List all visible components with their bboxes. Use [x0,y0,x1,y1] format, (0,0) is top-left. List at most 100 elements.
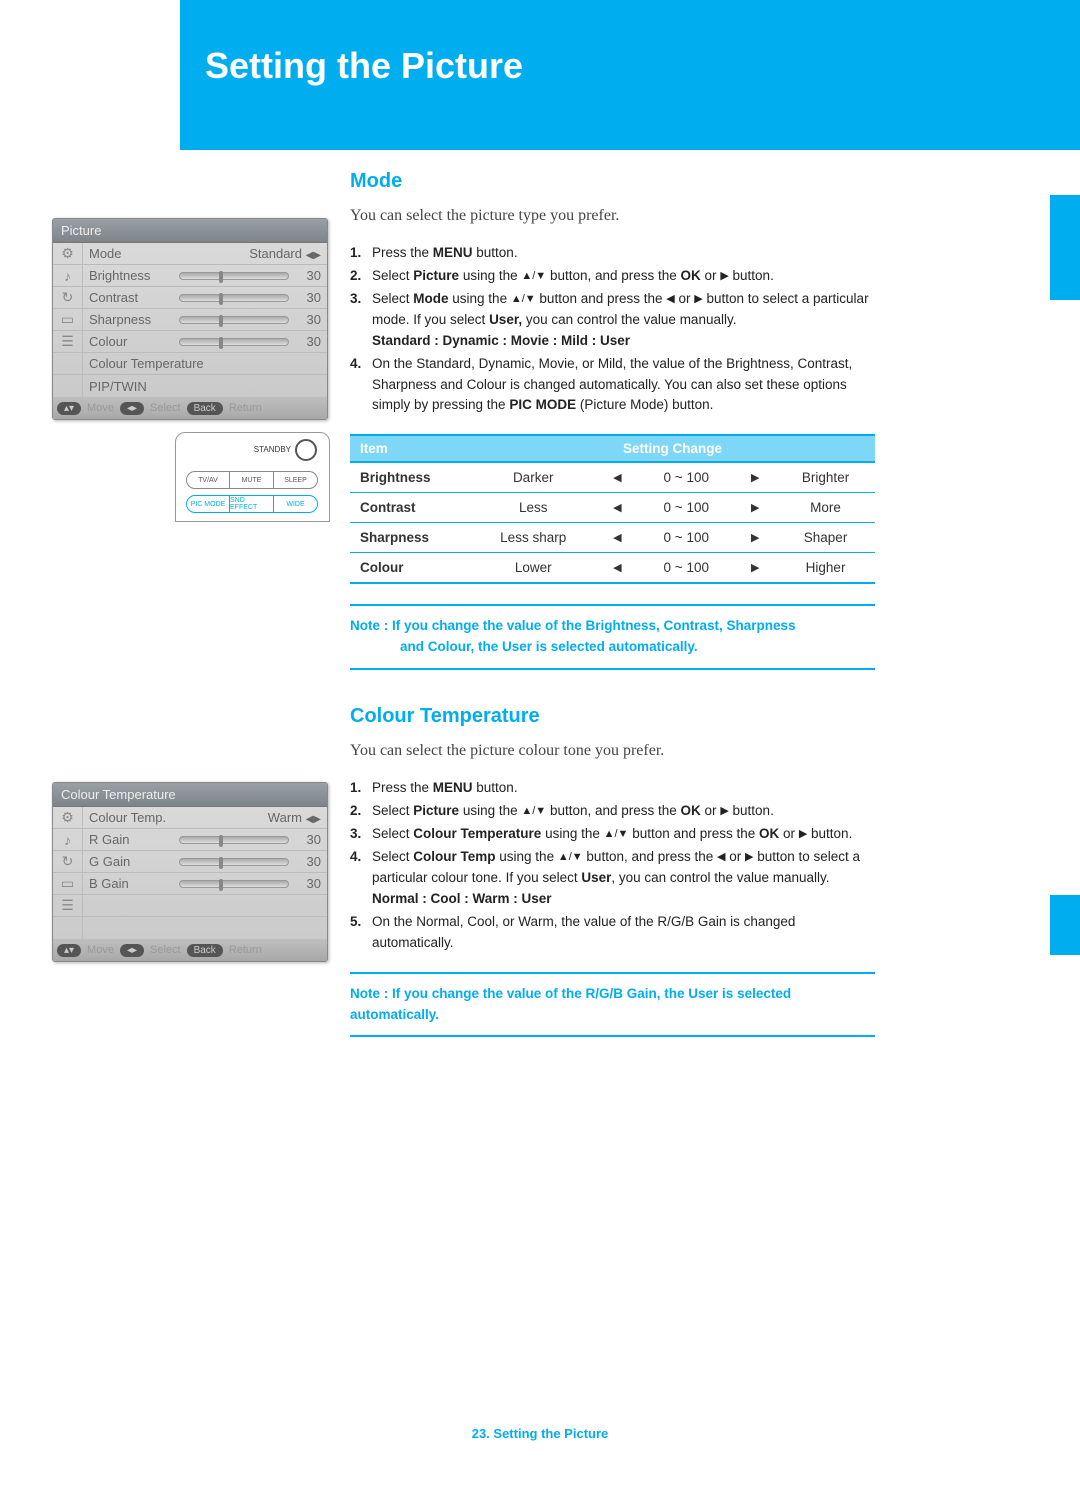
osd-icon [53,375,83,397]
updown-icon: ▲/▼ [521,268,546,285]
osd-row-label: Brightness [83,268,173,283]
osd-icon: ↻ [53,287,83,308]
osd-row-label: Contrast [83,290,173,305]
osd-slider [179,316,289,324]
remote-btn-picmode: PIC MODE [186,495,230,513]
cell-range: 0 ~ 100 [638,553,734,584]
cell-item: Contrast [350,493,470,523]
table-row: Brightness Darker ◀ 0 ~ 100 ▶ Brighter [350,462,875,493]
colourtemp-note: Note : If you change the value of the R/… [350,972,875,1038]
cell-high: Shaper [776,523,875,553]
osd-row-value: 30 [295,268,327,283]
mode-steps: 1.Press the MENU button. 2.Select Pictur… [350,243,875,416]
cell-item: Sharpness [350,523,470,553]
right-icon: ▶ [745,849,753,866]
osd-icon: ♪ [53,829,83,850]
remote-btn-tvav: TV/AV [186,471,230,489]
right-icon: ▶ [720,268,728,285]
osd-icon: ☰ [53,331,83,352]
table-row: Contrast Less ◀ 0 ~ 100 ▶ More [350,493,875,523]
osd-icon: ☰ [53,895,83,916]
updown-icon: ▲/▼ [511,291,536,308]
cell-item: Colour [350,553,470,584]
standby-label: STANDBY [254,445,291,454]
osd-slider [179,294,289,302]
osd-row-label: Colour Temp. [83,810,173,825]
remote-btn-mute: MUTE [230,471,274,489]
right-icon: ▶ [694,291,702,308]
osd-title: Picture [53,219,327,243]
osd-row-label: Colour Temperature [83,356,327,371]
osd-row-value: Warm ◀▶ [173,810,327,825]
th-setting-change: Setting Change [470,435,875,462]
mode-options: Standard : Dynamic : Movie : Mild : User [372,333,630,348]
osd-slider [179,272,289,280]
osd-icon [53,917,83,939]
osd-icon: ↻ [53,851,83,872]
cell-item: Brightness [350,462,470,493]
osd-row-value: 30 [295,854,327,869]
osd-slider [179,880,289,888]
section-intro-colourtemp: You can select the picture colour tone y… [350,742,875,760]
section-heading-colourtemp: Colour Temperature [350,705,875,728]
osd-row-value: 30 [295,290,327,305]
cell-left-icon: ◀ [596,462,638,493]
side-tab-lower [1050,895,1080,955]
power-icon [295,439,317,461]
osd-row-label: B Gain [83,876,173,891]
cell-range: 0 ~ 100 [638,493,734,523]
osd-icon: ▭ [53,873,83,894]
osd-icon: ⚙ [53,243,83,264]
osd-footer: ▴▾Move ◂▸Select BackReturn [53,939,327,961]
left-icon: ◀ [717,849,725,866]
osd-row-label: Sharpness [83,312,173,327]
colourtemp-options: Normal : Cool : Warm : User [372,891,552,906]
right-icon: ▶ [799,826,807,843]
osd-row-value: 30 [295,876,327,891]
osd-slider [179,858,289,866]
osd-row-label: Colour [83,334,173,349]
osd-row-label: G Gain [83,854,173,869]
osd-slider [179,836,289,844]
updown-icon: ▲/▼ [521,803,546,820]
osd-row-label: R Gain [83,832,173,847]
osd-row-label: Mode [83,246,173,261]
colourtemp-steps: 1.Press the MENU button. 2.Select Pictur… [350,778,875,953]
updown-icon: ▲/▼ [558,849,583,866]
cell-range: 0 ~ 100 [638,462,734,493]
side-tab-upper [1050,195,1080,300]
osd-footer: ▴▾Move ◂▸Select BackReturn [53,397,327,419]
osd-colour-temp-menu: Colour Temperature ⚙Colour Temp.Warm ◀▶ … [52,782,328,962]
remote-control-diagram: STANDBY TV/AV MUTE SLEEP PIC MODE SND EF… [175,432,330,522]
page-title: Setting the Picture [205,45,523,87]
osd-icon: ♪ [53,265,83,286]
page-footer: 23. Setting the Picture [0,1426,1080,1441]
osd-icon [53,353,83,374]
cell-right-icon: ▶ [734,462,776,493]
settings-table: Item Setting Change Brightness Darker ◀ … [350,434,875,584]
osd-row-value: 30 [295,334,327,349]
cell-high: Higher [776,553,875,584]
remote-btn-wide: WIDE [274,495,318,513]
osd-picture-menu: Picture ⚙ModeStandard ◀▶ ♪Brightness30 ↻… [52,218,328,420]
cell-low: Lower [470,553,596,584]
osd-icon: ⚙ [53,807,83,828]
osd-row-value: 30 [295,312,327,327]
remote-btn-sndeffect: SND EFFECT [230,495,274,513]
osd-row-label: PIP/TWIN [83,379,327,394]
right-icon: ▶ [720,803,728,820]
osd-slider [179,338,289,346]
cell-low: Less [470,493,596,523]
left-icon: ◀ [666,291,674,308]
cell-low: Less sharp [470,523,596,553]
osd-title: Colour Temperature [53,783,327,807]
section-heading-mode: Mode [350,170,875,193]
cell-range: 0 ~ 100 [638,523,734,553]
cell-high: Brighter [776,462,875,493]
updown-icon: ▲/▼ [604,826,629,843]
section-intro-mode: You can select the picture type you pref… [350,207,875,225]
cell-high: More [776,493,875,523]
osd-icon: ▭ [53,309,83,330]
cell-low: Darker [470,462,596,493]
remote-btn-sleep: SLEEP [274,471,318,489]
